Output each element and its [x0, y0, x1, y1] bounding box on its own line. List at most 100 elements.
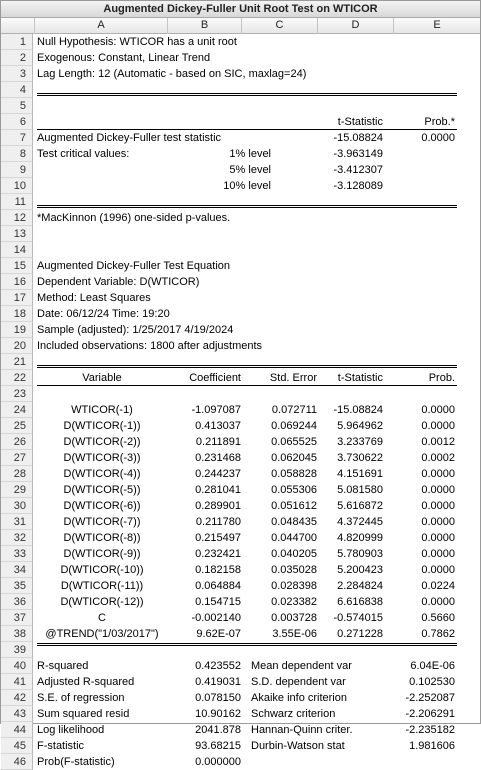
- row-number[interactable]: 42: [1, 690, 33, 706]
- row-number[interactable]: 14: [1, 242, 33, 258]
- summary-stat-name-right[interactable]: Akaike info criterion: [251, 690, 391, 706]
- row-number[interactable]: 45: [1, 738, 33, 754]
- row-number[interactable]: 30: [1, 498, 33, 514]
- row-number[interactable]: 34: [1, 562, 33, 578]
- variable-name[interactable]: D(WTICOR(-10)): [37, 562, 167, 578]
- adf-stat-prob[interactable]: 0.0000: [383, 130, 455, 146]
- row-number[interactable]: 4: [1, 82, 33, 98]
- row-number[interactable]: 11: [1, 194, 33, 210]
- summary-stat-name[interactable]: Log likelihood: [37, 722, 167, 738]
- t-statistic-value[interactable]: 3.730622: [317, 450, 383, 466]
- row-number[interactable]: 26: [1, 434, 33, 450]
- row-number[interactable]: 10: [1, 178, 33, 194]
- corner-cell[interactable]: [1, 18, 34, 34]
- summary-stat-name[interactable]: S.E. of regression: [37, 690, 167, 706]
- summary-stat-value[interactable]: 2041.878: [167, 722, 241, 738]
- row-number[interactable]: 5: [1, 98, 33, 114]
- critical-value[interactable]: -3.128089: [317, 178, 383, 194]
- std-error-value[interactable]: 0.035028: [241, 562, 317, 578]
- coefficient-value[interactable]: 0.211891: [167, 434, 241, 450]
- summary-stat-name-right[interactable]: Mean dependent var: [251, 658, 391, 674]
- coefficient-value[interactable]: -1.097087: [167, 402, 241, 418]
- summary-stat-name[interactable]: Prob(F-statistic): [37, 754, 167, 770]
- row-number[interactable]: 46: [1, 754, 33, 770]
- summary-stat-value-right[interactable]: [383, 754, 455, 770]
- coefficient-value[interactable]: -0.002140: [167, 610, 241, 626]
- variable-name[interactable]: D(WTICOR(-4)): [37, 466, 167, 482]
- variable-name[interactable]: D(WTICOR(-1)): [37, 418, 167, 434]
- summary-stat-name-right[interactable]: Hannan-Quinn criter.: [251, 722, 391, 738]
- variable-name[interactable]: D(WTICOR(-3)): [37, 450, 167, 466]
- prob-value[interactable]: 0.0000: [383, 562, 455, 578]
- prob-value[interactable]: 0.5660: [383, 610, 455, 626]
- variable-name[interactable]: D(WTICOR(-8)): [37, 530, 167, 546]
- variable-name[interactable]: D(WTICOR(-12)): [37, 594, 167, 610]
- row-number[interactable]: 41: [1, 674, 33, 690]
- summary-stat-name[interactable]: Adjusted R-squared: [37, 674, 167, 690]
- std-error-value[interactable]: 0.051612: [241, 498, 317, 514]
- std-error-value[interactable]: 0.069244: [241, 418, 317, 434]
- std-error-header[interactable]: Std. Error: [241, 370, 317, 386]
- coefficient-header[interactable]: Coefficient: [167, 370, 241, 386]
- std-error-value[interactable]: 0.072711: [241, 402, 317, 418]
- t-statistic-value[interactable]: 5.964962: [317, 418, 383, 434]
- prob-value[interactable]: 0.0224: [383, 578, 455, 594]
- critical-level[interactable]: 1% level: [167, 146, 271, 162]
- prob-value[interactable]: 0.7862: [383, 626, 455, 642]
- summary-stat-name-right[interactable]: Schwarz criterion: [251, 706, 391, 722]
- row-number[interactable]: 24: [1, 402, 33, 418]
- summary-stat-value-right[interactable]: 6.04E-06: [383, 658, 455, 674]
- row-number[interactable]: 16: [1, 274, 33, 290]
- std-error-value[interactable]: 0.048435: [241, 514, 317, 530]
- summary-stat-value[interactable]: 0.078150: [167, 690, 241, 706]
- column-header-e[interactable]: E: [393, 18, 480, 34]
- t-statistic-value[interactable]: 5.780903: [317, 546, 383, 562]
- lag-length-text[interactable]: Lag Length: 12 (Automatic - based on SIC…: [37, 66, 467, 82]
- variable-name[interactable]: D(WTICOR(-2)): [37, 434, 167, 450]
- t-statistic-value[interactable]: 0.271228: [317, 626, 383, 642]
- col-tstat-header[interactable]: t-Statistic: [317, 114, 383, 130]
- coefficient-value[interactable]: 0.231468: [167, 450, 241, 466]
- t-statistic-value[interactable]: 5.616872: [317, 498, 383, 514]
- row-number[interactable]: 2: [1, 50, 33, 66]
- dependent-variable-text[interactable]: Dependent Variable: D(WTICOR): [37, 274, 467, 290]
- coefficient-value[interactable]: 0.064884: [167, 578, 241, 594]
- row-number[interactable]: 37: [1, 610, 33, 626]
- summary-stat-value[interactable]: 0.000000: [167, 754, 241, 770]
- equation-title[interactable]: Augmented Dickey-Fuller Test Equation: [37, 258, 467, 274]
- t-statistic-value[interactable]: 2.284824: [317, 578, 383, 594]
- summary-stat-name-right[interactable]: [251, 754, 391, 770]
- variable-name[interactable]: D(WTICOR(-7)): [37, 514, 167, 530]
- row-number[interactable]: 15: [1, 258, 33, 274]
- std-error-value[interactable]: 0.003728: [241, 610, 317, 626]
- prob-value[interactable]: 0.0000: [383, 546, 455, 562]
- row-number[interactable]: 40: [1, 658, 33, 674]
- summary-stat-name[interactable]: F-statistic: [37, 738, 167, 754]
- std-error-value[interactable]: 0.055306: [241, 482, 317, 498]
- critical-level[interactable]: 5% level: [167, 162, 271, 178]
- row-number[interactable]: 8: [1, 146, 33, 162]
- row-number[interactable]: 22: [1, 370, 33, 386]
- coefficient-value[interactable]: 0.215497: [167, 530, 241, 546]
- std-error-value[interactable]: 0.062045: [241, 450, 317, 466]
- column-header-c[interactable]: C: [241, 18, 317, 34]
- adf-stat-value[interactable]: -15.08824: [317, 130, 383, 146]
- prob-value[interactable]: 0.0000: [383, 418, 455, 434]
- column-header-b[interactable]: B: [167, 18, 241, 34]
- t-statistic-value[interactable]: 4.151691: [317, 466, 383, 482]
- row-number[interactable]: 38: [1, 626, 33, 642]
- column-header-a[interactable]: A: [34, 18, 167, 34]
- summary-stat-value-right[interactable]: -2.235182: [383, 722, 455, 738]
- variable-name[interactable]: D(WTICOR(-11)): [37, 578, 167, 594]
- variable-name[interactable]: @TREND("1/03/2017"): [37, 626, 167, 642]
- row-number[interactable]: 13: [1, 226, 33, 242]
- row-number[interactable]: 1: [1, 34, 33, 50]
- prob-value[interactable]: 0.0000: [383, 466, 455, 482]
- coefficient-value[interactable]: 0.289901: [167, 498, 241, 514]
- critical-values-label[interactable]: Test critical values:: [37, 146, 167, 162]
- critical-value[interactable]: -3.963149: [317, 146, 383, 162]
- variable-name[interactable]: D(WTICOR(-5)): [37, 482, 167, 498]
- prob-value[interactable]: 0.0000: [383, 530, 455, 546]
- coefficient-value[interactable]: 0.182158: [167, 562, 241, 578]
- summary-stat-value-right[interactable]: 0.102530: [383, 674, 455, 690]
